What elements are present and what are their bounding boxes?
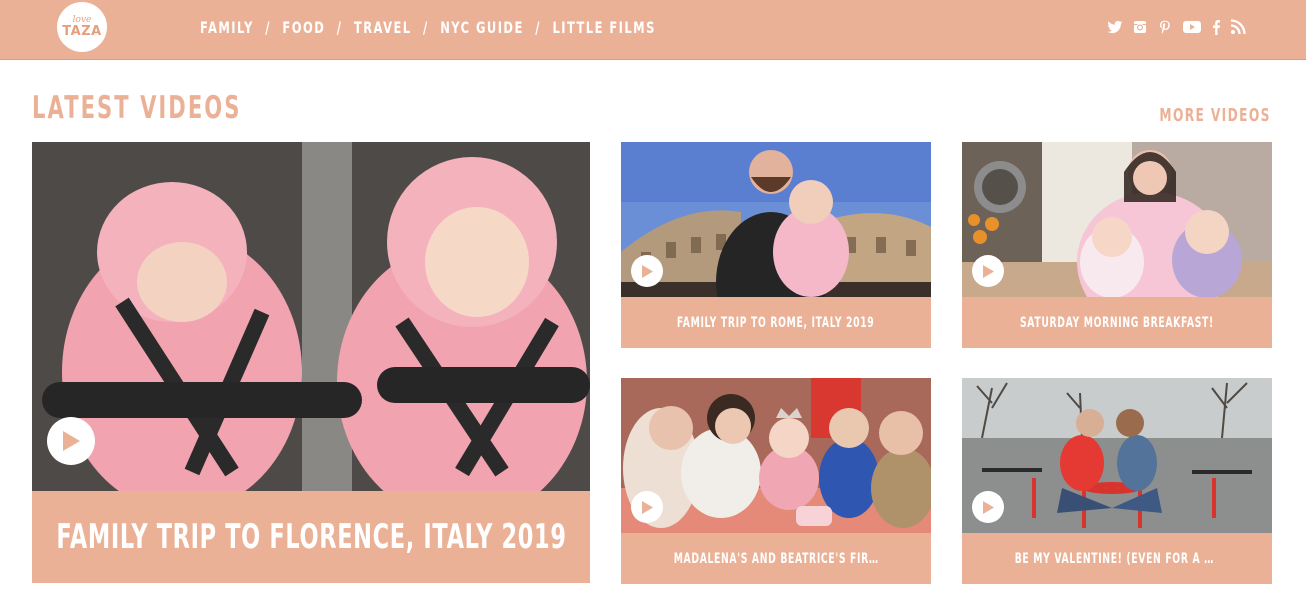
- facebook-icon[interactable]: [1211, 19, 1221, 35]
- social-links: [1107, 17, 1246, 37]
- rss-icon[interactable]: [1230, 19, 1246, 35]
- play-button[interactable]: [47, 417, 95, 465]
- video-card[interactable]: MADALENA'S AND BEATRICE'S FIRST BIRTHDAY…: [621, 378, 931, 584]
- video-thumbnail[interactable]: [621, 378, 931, 533]
- main-nav: FAMILY / FOOD / TRAVEL / NYC GUIDE / LIT…: [200, 15, 656, 39]
- nav-separator: /: [423, 17, 429, 37]
- video-thumbnail[interactable]: [962, 142, 1272, 297]
- nav-item-food[interactable]: FOOD: [282, 18, 325, 37]
- nav-item-nyc-guide[interactable]: NYC GUIDE: [440, 18, 524, 37]
- video-caption[interactable]: FAMILY TRIP TO FLORENCE, ITALY 2019: [32, 491, 590, 583]
- nav-item-little-films[interactable]: LITTLE FILMS: [552, 18, 655, 37]
- video-title[interactable]: FAMILY TRIP TO ROME, ITALY 2019: [677, 315, 875, 331]
- nav-separator: /: [535, 17, 541, 37]
- video-caption[interactable]: SATURDAY MORNING BREAKFAST!: [962, 297, 1272, 348]
- instagram-icon[interactable]: [1132, 19, 1148, 35]
- play-button[interactable]: [972, 255, 1004, 287]
- nav-item-travel[interactable]: TRAVEL: [354, 18, 412, 37]
- play-button[interactable]: [631, 255, 663, 287]
- video-card[interactable]: BE MY VALENTINE! (EVEN FOR A MINUTE OR T…: [962, 378, 1272, 584]
- video-thumbnail[interactable]: [962, 378, 1272, 533]
- nav-separator: /: [336, 17, 343, 37]
- video-card[interactable]: FAMILY TRIP TO ROME, ITALY 2019: [621, 142, 931, 348]
- pinterest-icon[interactable]: [1157, 19, 1173, 35]
- top-nav-bar: love TAZA FAMILY / FOOD / TRAVEL / NYC G…: [0, 0, 1306, 60]
- twitter-icon[interactable]: [1107, 19, 1123, 35]
- video-title[interactable]: FAMILY TRIP TO FLORENCE, ITALY 2019: [56, 517, 566, 557]
- nav-separator: /: [265, 17, 271, 37]
- video-caption[interactable]: BE MY VALENTINE! (EVEN FOR A MINUTE OR T…: [962, 533, 1272, 584]
- more-videos-link[interactable]: MORE VIDEOS: [1160, 105, 1271, 126]
- video-thumbnail[interactable]: [621, 142, 931, 297]
- video-title[interactable]: MADALENA'S AND BEATRICE'S FIRST BIRTHDAY…: [674, 551, 879, 567]
- video-thumbnail[interactable]: [32, 142, 590, 491]
- video-title[interactable]: BE MY VALENTINE! (EVEN FOR A MINUTE OR T…: [1015, 551, 1220, 567]
- section-title: LATEST VIDEOS: [32, 90, 242, 126]
- featured-video-card[interactable]: FAMILY TRIP TO FLORENCE, ITALY 2019: [32, 142, 590, 583]
- video-card[interactable]: SATURDAY MORNING BREAKFAST!: [962, 142, 1272, 348]
- logo-wordmark: TAZA: [62, 24, 102, 39]
- nav-item-family[interactable]: FAMILY: [200, 18, 254, 37]
- video-caption[interactable]: MADALENA'S AND BEATRICE'S FIRST BIRTHDAY…: [621, 533, 931, 584]
- site-logo[interactable]: love TAZA: [57, 2, 107, 52]
- play-button[interactable]: [972, 491, 1004, 523]
- youtube-icon[interactable]: [1182, 19, 1202, 35]
- video-caption[interactable]: FAMILY TRIP TO ROME, ITALY 2019: [621, 297, 931, 348]
- play-button[interactable]: [631, 491, 663, 523]
- video-title[interactable]: SATURDAY MORNING BREAKFAST!: [1020, 315, 1214, 331]
